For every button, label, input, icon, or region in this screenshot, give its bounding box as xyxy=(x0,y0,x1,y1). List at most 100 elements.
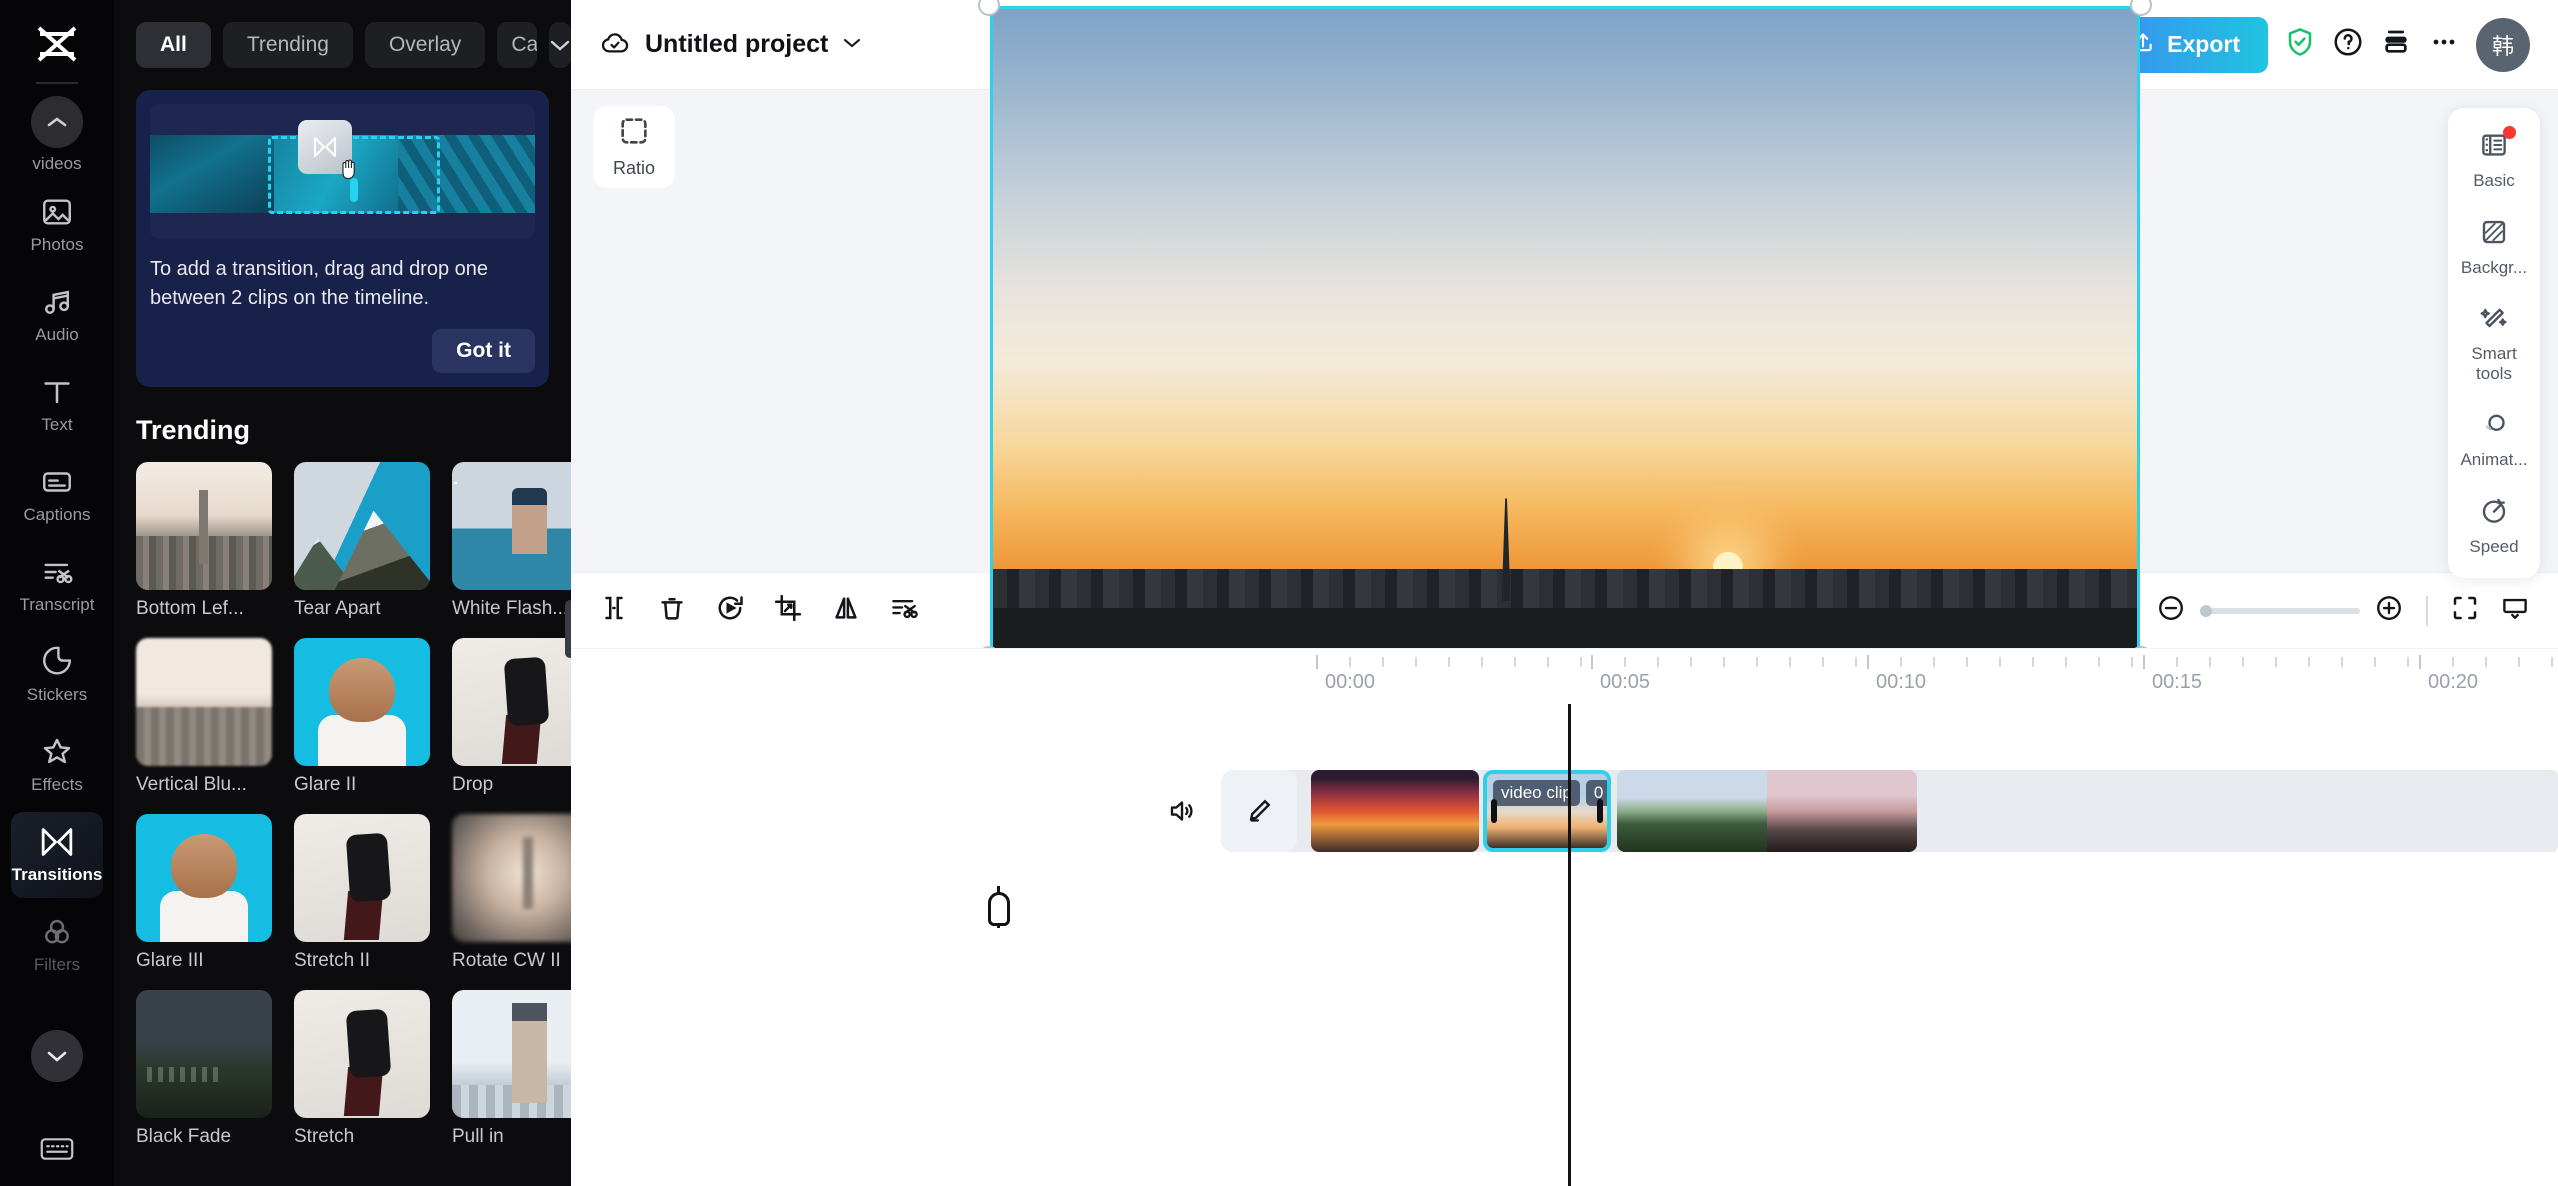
ruler-label: 00:10 xyxy=(1876,671,1927,693)
sidebar-item-filters[interactable]: Filters xyxy=(11,902,103,988)
transition-label: White Flash... xyxy=(452,598,569,619)
transcript-scissors-icon[interactable] xyxy=(889,593,919,628)
transition-item[interactable]: Glare II xyxy=(294,638,430,796)
transition-item[interactable]: Tear Apart xyxy=(294,462,430,620)
tab-all[interactable]: All xyxy=(136,22,211,68)
track-edit-button[interactable] xyxy=(1221,770,1297,852)
transition-item[interactable]: Bottom Lef... xyxy=(136,462,272,620)
cloud-check-icon xyxy=(599,27,631,62)
playhead-head[interactable] xyxy=(987,886,1010,928)
zoom-slider-track[interactable] xyxy=(2200,604,2360,617)
avatar[interactable]: 韩 xyxy=(2476,17,2530,72)
dock-item-label: Smart tools xyxy=(2471,344,2517,383)
transition-item[interactable]: Rotate CW II xyxy=(452,814,571,972)
layout-stack-icon[interactable] xyxy=(2380,26,2412,63)
playhead[interactable] xyxy=(1568,704,1571,1186)
timeline-clip[interactable] xyxy=(1311,770,1479,852)
sidebar-collapse-button[interactable] xyxy=(31,1030,83,1082)
transition-thumbnail xyxy=(294,990,430,1118)
transitions-grid: Bottom Lef... Tear Apart White Flash... … xyxy=(136,462,571,1148)
tab-overlay[interactable]: Overlay xyxy=(364,22,486,68)
tab-trending[interactable]: Trending xyxy=(222,22,353,68)
minus-circle-icon[interactable] xyxy=(2156,593,2186,628)
crop-icon[interactable] xyxy=(773,593,803,628)
ratio-button[interactable]: Ratio xyxy=(593,106,675,188)
shield-check-icon[interactable] xyxy=(2284,26,2316,63)
timeline-clip-selected[interactable]: video clip 0 xyxy=(1483,770,1611,852)
tab-camera[interactable]: Ca xyxy=(497,22,537,68)
timeline-tracks[interactable]: video clip 0 xyxy=(571,704,2558,1186)
ellipsis-icon[interactable] xyxy=(2428,26,2460,63)
transition-item[interactable]: Pull in xyxy=(452,990,571,1148)
monitor-chevron-icon[interactable] xyxy=(2500,593,2530,628)
panel-tabs: All Trending Overlay Ca xyxy=(114,0,571,68)
reverse-play-icon[interactable] xyxy=(715,593,745,628)
plus-circle-icon[interactable] xyxy=(2374,593,2404,628)
delete-trash-icon[interactable] xyxy=(657,593,687,628)
speedometer-icon xyxy=(2479,496,2509,531)
sidebar-item-audio[interactable]: Audio xyxy=(11,272,103,358)
sidebar-item-videos[interactable]: videos xyxy=(11,92,103,178)
capcut-logo-icon[interactable] xyxy=(26,18,88,70)
ratio-label: Ratio xyxy=(612,158,656,178)
timeline-ruler[interactable]: 00:00 00:05 00:10 00:15 00:20 00:25 00:3… xyxy=(571,648,2558,704)
clip-title-group: video clip 0 xyxy=(1493,780,1607,806)
transition-thumbnail xyxy=(294,638,430,766)
sidebar-item-stickers[interactable]: Stickers xyxy=(11,632,103,718)
photo-icon xyxy=(40,195,74,229)
split-icon[interactable] xyxy=(599,593,629,628)
transition-item[interactable]: White Flash... xyxy=(452,462,571,620)
transition-thumbnail xyxy=(452,638,571,766)
sidebar-item-label: Captions xyxy=(23,505,91,525)
timeline-clip[interactable] xyxy=(1617,770,1917,852)
track-row: video clip 0 xyxy=(571,770,2558,852)
sidebar-item-transitions[interactable]: Transitions xyxy=(11,812,103,898)
dock-item-speed[interactable]: Speed xyxy=(2452,490,2536,563)
sidebar-item-text[interactable]: Text xyxy=(11,362,103,448)
clip-trim-handle-left[interactable] xyxy=(1491,799,1497,823)
sidebar-item-transcript[interactable]: Transcript xyxy=(11,542,103,628)
sidebar-item-effects[interactable]: Effects xyxy=(11,722,103,808)
chevron-down-circle-icon xyxy=(47,1051,67,1062)
transition-item[interactable]: Stretch II xyxy=(294,814,430,972)
captions-icon xyxy=(40,465,74,499)
transition-label: Stretch xyxy=(294,1126,355,1147)
transition-tip-card: To add a transition, drag and drop one b… xyxy=(136,90,549,387)
tip-playhead-bar xyxy=(350,178,358,202)
video-preview-canvas[interactable] xyxy=(989,6,2140,656)
tip-illustration xyxy=(150,104,535,239)
status-badge xyxy=(2503,126,2516,139)
dock-item-basic[interactable]: Basic xyxy=(2452,124,2536,197)
chevron-down-icon xyxy=(550,40,570,51)
speaker-icon[interactable] xyxy=(1167,796,1197,831)
question-circle-icon[interactable] xyxy=(2332,26,2364,63)
sidebar-item-captions[interactable]: Captions xyxy=(11,452,103,538)
chevron-up-circle-icon xyxy=(31,96,83,149)
clip-trim-handle-right[interactable] xyxy=(1597,799,1603,823)
transition-item[interactable]: Black Fade xyxy=(136,990,272,1148)
fit-screen-icon[interactable] xyxy=(2450,593,2480,628)
clip-name: video clip xyxy=(1493,780,1580,806)
sidebar-item-label: Effects xyxy=(31,775,83,795)
sidebar-item-photos[interactable]: Photos xyxy=(11,182,103,268)
mirror-flip-icon[interactable] xyxy=(831,593,861,628)
transition-thumbnail xyxy=(136,638,272,766)
chevron-down-icon[interactable] xyxy=(842,36,862,54)
playhead-knob[interactable] xyxy=(987,892,1010,926)
project-title-group[interactable]: Untitled project xyxy=(599,27,862,62)
transition-item[interactable]: Drop xyxy=(452,638,571,796)
transition-item[interactable]: Vertical Blu... xyxy=(136,638,272,796)
sidebar-item-label: Text xyxy=(41,415,73,435)
zoom-slider-knob[interactable] xyxy=(2200,604,2212,617)
dock-item-background[interactable]: Backgr... xyxy=(2452,211,2536,284)
attribute-dock: Basic Backgr... Smart tools Animat... Sp… xyxy=(2448,108,2540,579)
transition-item[interactable]: Glare III xyxy=(136,814,272,972)
animation-circles-icon xyxy=(2479,409,2509,444)
transition-item[interactable]: Stretch xyxy=(294,990,430,1148)
got-it-button[interactable]: Got it xyxy=(432,329,535,373)
keyboard-icon[interactable] xyxy=(39,1135,75,1168)
tabs-more-button[interactable] xyxy=(549,22,571,68)
dock-item-animation[interactable]: Animat... xyxy=(2452,403,2536,476)
transition-label: Drop xyxy=(452,774,494,795)
dock-item-smart-tools[interactable]: Smart tools xyxy=(2452,297,2536,389)
